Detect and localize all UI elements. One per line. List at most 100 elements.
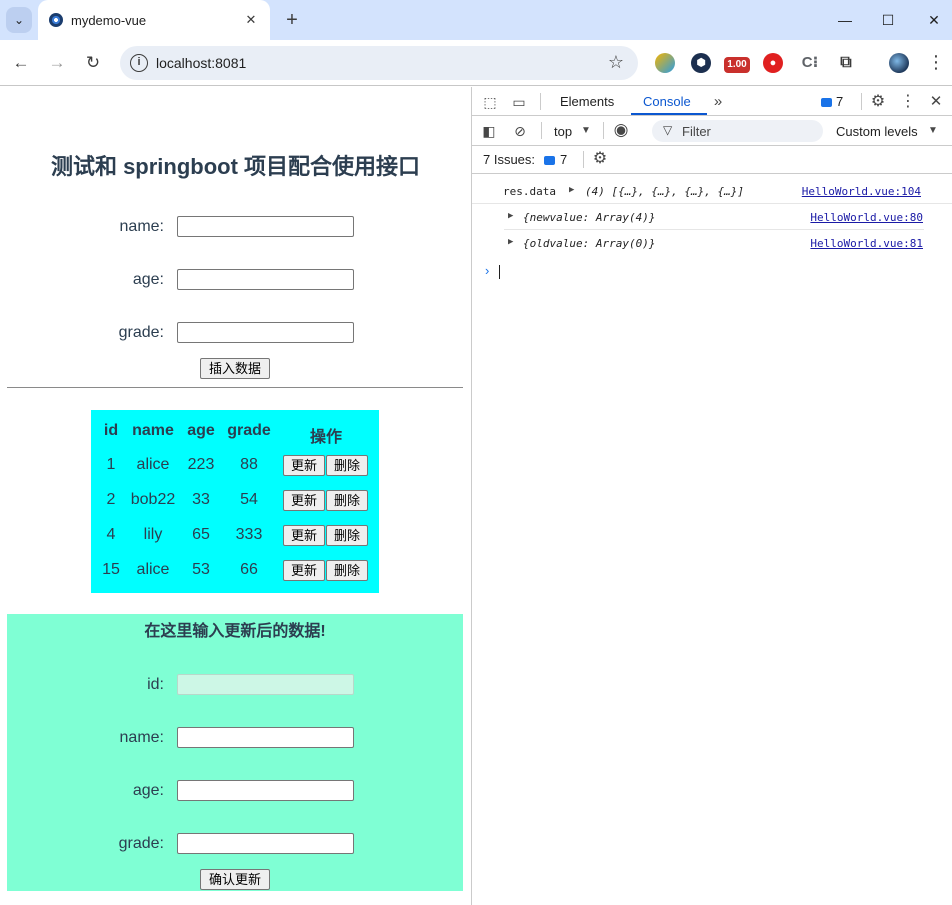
update-grade-row: grade: — [0, 833, 471, 855]
profile-avatar[interactable] — [889, 53, 909, 73]
site-info-icon[interactable]: i — [130, 54, 148, 72]
delete-row-button[interactable]: 删除 — [326, 455, 368, 476]
log-levels-dropdown[interactable]: Custom levels — [836, 124, 918, 139]
delete-row-button[interactable]: 删除 — [326, 560, 368, 581]
insert-name-row: name: — [0, 216, 471, 238]
cell-grade: 333 — [235, 526, 263, 543]
url-text[interactable]: localhost:8081 — [156, 55, 246, 71]
console-prompt-chevron-icon: › — [485, 263, 490, 278]
separator — [541, 122, 542, 139]
delete-row-button[interactable]: 删除 — [326, 525, 368, 546]
update-row-button[interactable]: 更新 — [283, 560, 325, 581]
update-name-label: name: — [119, 729, 164, 746]
bookmark-star-icon[interactable]: ☆ — [608, 52, 624, 73]
console-filter-input[interactable]: ▽ Filter — [652, 120, 823, 142]
sidebar-toggle-icon[interactable]: ◧ — [479, 121, 499, 141]
update-row-button[interactable]: 更新 — [283, 455, 325, 476]
update-grade-label: grade: — [118, 835, 164, 852]
tab-strip: ⌄ mydemo-vue ✕ + — ☐ ✕ — [0, 0, 952, 40]
log-value[interactable]: (4) [{…}, {…}, {…}, {…}] — [585, 185, 744, 198]
log-source-link[interactable]: HelloWorld.vue:104 — [802, 185, 921, 198]
console-input-cursor[interactable] — [499, 265, 500, 279]
window-close-icon[interactable]: ✕ — [922, 8, 946, 32]
update-id-input — [177, 674, 354, 695]
levels-dropdown-icon[interactable]: ▼ — [923, 121, 943, 141]
close-devtools-icon[interactable]: ✕ — [926, 92, 946, 112]
log-value[interactable]: {newvalue: Array(4)} — [523, 211, 655, 224]
separator — [583, 151, 584, 168]
devtools-panel: ⬚ ▭ Elements Console » 7 ⚙ ⋮ ✕ ◧ ⊘ top ▼… — [472, 87, 952, 905]
browser-menu-icon[interactable]: ⋮ — [927, 52, 945, 73]
new-tab-plus-icon[interactable]: + — [280, 8, 304, 32]
inspect-element-icon[interactable]: ⬚ — [480, 92, 500, 112]
extension-4-icon[interactable]: ● — [763, 53, 783, 73]
header-id: id — [103, 422, 119, 439]
issues-icon — [544, 156, 555, 165]
extension-2-icon[interactable]: ⬢ — [691, 53, 711, 73]
live-expression-eye-icon[interactable]: ◉ — [611, 120, 631, 140]
devtools-menu-icon[interactable]: ⋮ — [898, 92, 918, 112]
separator — [603, 122, 604, 139]
minimize-icon[interactable]: — — [833, 8, 857, 32]
context-dropdown-icon[interactable]: ▼ — [576, 121, 596, 141]
browser-tab[interactable]: mydemo-vue ✕ — [38, 0, 270, 40]
clear-console-icon[interactable]: ⊘ — [510, 121, 530, 141]
expand-triangle-icon[interactable]: ▶ — [569, 185, 574, 195]
context-selector[interactable]: top — [554, 124, 572, 139]
reload-icon[interactable]: ↻ — [81, 51, 105, 75]
issues-label[interactable]: 7 Issues: — [483, 152, 535, 167]
cell-name: alice — [136, 561, 170, 578]
update-id-row: id: — [0, 674, 471, 696]
console-settings-gear-icon[interactable]: ⚙ — [590, 149, 610, 169]
extension-5-icon[interactable]: C⁝ — [800, 53, 820, 73]
update-row-button[interactable]: 更新 — [283, 490, 325, 511]
device-toolbar-icon[interactable]: ▭ — [509, 92, 529, 112]
console-log-entry[interactable]: ▶ {oldvalue: Array(0)} HelloWorld.vue:81 — [504, 230, 924, 256]
tab-console[interactable]: Console — [643, 94, 691, 109]
log-source-link[interactable]: HelloWorld.vue:80 — [810, 211, 923, 224]
console-log-entry[interactable]: ▶ {newvalue: Array(4)} HelloWorld.vue:80 — [504, 204, 924, 230]
log-source-link[interactable]: HelloWorld.vue:81 — [810, 237, 923, 250]
update-row-button[interactable]: 更新 — [283, 525, 325, 546]
data-table: id name age grade 操作 1 alice 223 88 更新 删… — [91, 410, 379, 593]
issues-bar: 7 Issues: 7 ⚙ — [472, 146, 952, 174]
tab-elements[interactable]: Elements — [560, 94, 614, 109]
issues-count[interactable]: 7 — [560, 152, 567, 167]
maximize-icon[interactable]: ☐ — [876, 8, 900, 32]
delete-row-button[interactable]: 删除 — [326, 490, 368, 511]
insert-name-input[interactable] — [177, 216, 354, 237]
extensions-puzzle-icon[interactable]: ⧉ — [836, 53, 856, 73]
extension-3-badge[interactable]: 1.00 — [724, 57, 750, 73]
more-tabs-chevron-icon[interactable]: » — [708, 92, 728, 112]
header-age: age — [187, 422, 215, 439]
page-title: 测试和 springboot 项目配合使用接口 — [50, 154, 421, 179]
tab-search-chevron-icon[interactable]: ⌄ — [6, 7, 32, 33]
log-label: res.data — [503, 185, 556, 198]
cell-age: 65 — [192, 526, 210, 543]
update-grade-input[interactable] — [177, 833, 354, 854]
insert-age-input[interactable] — [177, 269, 354, 290]
cell-name: alice — [136, 456, 170, 473]
cell-age: 33 — [192, 491, 210, 508]
address-bar[interactable]: i localhost:8081 ☆ — [120, 46, 638, 80]
forward-arrow-icon[interactable]: → — [45, 51, 69, 75]
back-arrow-icon[interactable]: ← — [9, 51, 33, 75]
insert-age-label: age: — [132, 271, 164, 288]
extension-1-icon[interactable] — [655, 53, 675, 73]
console-log-entry[interactable]: res.data ▶ (4) [{…}, {…}, {…}, {…}] Hell… — [472, 178, 952, 204]
insert-grade-input[interactable] — [177, 322, 354, 343]
expand-triangle-icon[interactable]: ▶ — [508, 211, 513, 221]
update-id-label: id: — [147, 676, 164, 693]
expand-triangle-icon[interactable]: ▶ — [508, 237, 513, 247]
insert-grade-row: grade: — [0, 322, 471, 344]
update-name-input[interactable] — [177, 727, 354, 748]
insert-data-button[interactable]: 插入数据 — [200, 358, 270, 379]
cell-grade: 66 — [240, 561, 258, 578]
vue-favicon-icon — [49, 13, 63, 27]
close-tab-icon[interactable]: ✕ — [242, 11, 260, 29]
confirm-update-button[interactable]: 确认更新 — [200, 869, 270, 890]
settings-gear-icon[interactable]: ⚙ — [868, 92, 888, 112]
update-age-input[interactable] — [177, 780, 354, 801]
log-value[interactable]: {oldvalue: Array(0)} — [523, 237, 655, 250]
messages-count[interactable]: 7 — [836, 94, 843, 109]
